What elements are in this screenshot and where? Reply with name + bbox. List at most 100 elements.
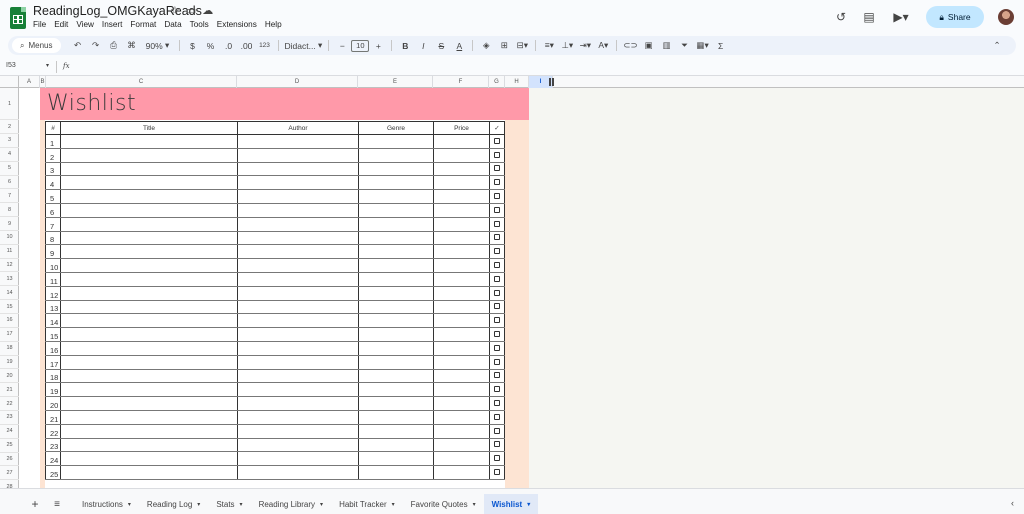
cell-author[interactable] — [237, 355, 359, 370]
insert-chart-icon[interactable]: ▥ — [660, 38, 674, 53]
functions-button[interactable]: Σ — [714, 38, 728, 53]
cell-price[interactable] — [433, 272, 490, 287]
cell-num[interactable]: 5 — [45, 189, 61, 204]
cell-title[interactable] — [60, 465, 238, 480]
cell-check[interactable] — [489, 189, 505, 204]
cell-num[interactable]: 8 — [45, 231, 61, 246]
cell-title[interactable] — [60, 355, 238, 370]
cell-price[interactable] — [433, 410, 490, 425]
cell-author[interactable] — [237, 327, 359, 342]
row-header-19[interactable]: 19 — [0, 356, 19, 370]
star-icon[interactable]: ☆ — [170, 4, 180, 17]
text-rotation-icon[interactable]: A▾ — [596, 38, 610, 53]
cell-num[interactable]: 17 — [45, 355, 61, 370]
cell-author[interactable] — [237, 175, 359, 191]
row-header-9[interactable]: 9 — [0, 217, 19, 231]
column-header-d[interactable]: D — [237, 76, 358, 88]
cell-genre[interactable] — [358, 258, 434, 273]
cell-num[interactable]: 21 — [45, 410, 61, 425]
checkbox[interactable] — [494, 386, 500, 393]
cell-title[interactable] — [60, 410, 238, 425]
header-author[interactable]: Author — [237, 121, 359, 135]
insert-link-icon[interactable]: ⊂⊃ — [623, 38, 637, 53]
row-header-15[interactable]: 15 — [0, 300, 19, 315]
checkbox[interactable] — [494, 400, 500, 407]
cell-title[interactable] — [60, 300, 238, 315]
cell-check[interactable] — [489, 313, 505, 329]
cell-check[interactable] — [489, 438, 505, 453]
cell-title[interactable] — [60, 369, 238, 384]
cell-check[interactable] — [489, 355, 505, 370]
print-icon[interactable]: ⎙ — [107, 38, 121, 53]
cell-num[interactable]: 6 — [45, 203, 61, 218]
checkbox[interactable] — [494, 469, 500, 476]
cell-genre[interactable] — [358, 451, 434, 467]
cell-price[interactable] — [433, 189, 490, 204]
sheet-title[interactable]: Wishlist — [47, 91, 136, 116]
cell-genre[interactable] — [358, 355, 434, 370]
cell-author[interactable] — [237, 341, 359, 356]
chevron-down-icon[interactable]: ▾ — [197, 501, 200, 508]
checkbox[interactable] — [494, 165, 500, 172]
row-header-14[interactable]: 14 — [0, 286, 19, 301]
cell-check[interactable] — [489, 382, 505, 398]
cell-title[interactable] — [60, 438, 238, 453]
header-genre[interactable]: Genre — [358, 121, 434, 135]
cell-author[interactable] — [237, 231, 359, 246]
row-header-28[interactable]: 28 — [0, 480, 19, 488]
menu-item-format[interactable]: Format — [130, 20, 156, 29]
cell-author[interactable] — [237, 369, 359, 384]
cell-genre[interactable] — [358, 396, 434, 411]
row-header-7[interactable]: 7 — [0, 189, 19, 204]
cell-num[interactable]: 9 — [45, 244, 61, 260]
row-header-22[interactable]: 22 — [0, 397, 19, 411]
cell-num[interactable]: 19 — [45, 382, 61, 398]
cell-genre[interactable] — [358, 341, 434, 356]
collapse-toolbar-icon[interactable]: ⌃ — [990, 38, 1004, 53]
row-header-6[interactable]: 6 — [0, 176, 19, 190]
cell-author[interactable] — [237, 438, 359, 453]
cell-num[interactable]: 10 — [45, 258, 61, 273]
cell-genre[interactable] — [358, 189, 434, 204]
row-header-13[interactable]: 13 — [0, 273, 19, 287]
cell-title[interactable] — [60, 313, 238, 329]
cell-price[interactable] — [433, 286, 490, 301]
paint-format-icon[interactable]: ⌘ — [125, 38, 139, 53]
chevron-down-icon[interactable]: ▾ — [392, 501, 395, 508]
cell-genre[interactable] — [358, 217, 434, 232]
row-header-21[interactable]: 21 — [0, 383, 19, 398]
chevron-down-icon[interactable]: ▾ — [240, 501, 243, 508]
tab-reading-library[interactable]: Reading Library ▾ — [251, 494, 332, 514]
header-title[interactable]: Title — [60, 121, 238, 135]
checkbox[interactable] — [494, 303, 500, 310]
bold-button[interactable]: B — [398, 38, 412, 53]
tab-stats[interactable]: Stats ▾ — [208, 494, 250, 514]
checkbox[interactable] — [494, 179, 500, 186]
menu-item-insert[interactable]: Insert — [102, 20, 122, 29]
cell-price[interactable] — [433, 465, 490, 480]
row-header-11[interactable]: 11 — [0, 245, 19, 259]
checkbox[interactable] — [494, 262, 500, 269]
cell-price[interactable] — [433, 175, 490, 191]
vertical-align-icon[interactable]: ⊥▾ — [560, 38, 574, 53]
chevron-down-icon[interactable]: ▾ — [527, 501, 530, 508]
currency-format-button[interactable]: $ — [186, 38, 200, 53]
cell-genre[interactable] — [358, 438, 434, 453]
tab-reading-log[interactable]: Reading Log ▾ — [139, 494, 208, 514]
cell-check[interactable] — [489, 175, 505, 191]
cell-check[interactable] — [489, 231, 505, 246]
cell-title[interactable] — [60, 286, 238, 301]
cell-num[interactable]: 24 — [45, 451, 61, 467]
cell-author[interactable] — [237, 396, 359, 411]
checkbox[interactable] — [494, 151, 500, 158]
search-menus-button[interactable]: ⌕ Menus — [12, 38, 61, 53]
redo-icon[interactable]: ↷ — [89, 38, 103, 53]
column-header-a[interactable]: A — [19, 76, 40, 88]
cell-author[interactable] — [237, 272, 359, 287]
header-num[interactable]: # — [45, 121, 61, 135]
checkbox[interactable] — [494, 137, 500, 144]
comments-icon[interactable]: ▤ — [862, 10, 876, 24]
strikethrough-button[interactable]: S — [434, 38, 448, 53]
all-sheets-icon[interactable]: ≡ — [50, 499, 64, 510]
cell-price[interactable] — [433, 258, 490, 273]
